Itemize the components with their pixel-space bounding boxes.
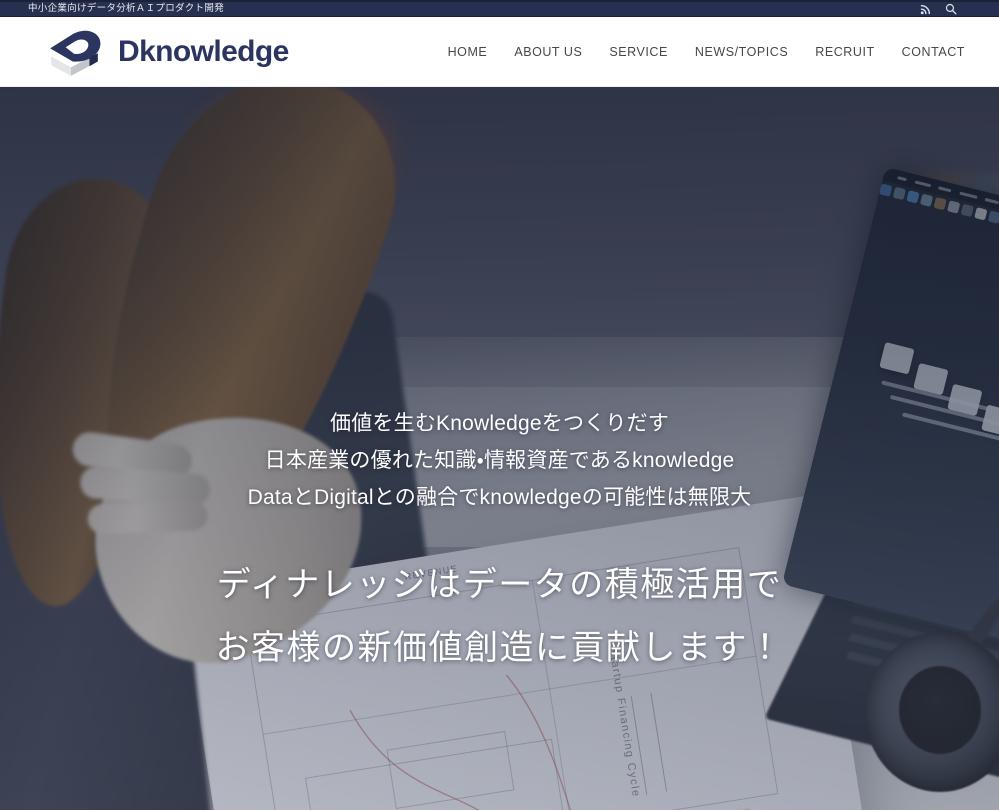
logo-wordmark: Dknowledge [118, 34, 289, 68]
nav-item-recruit[interactable]: RECRUIT [815, 45, 874, 59]
nav-item-home[interactable]: HOME [448, 45, 488, 59]
page-root: 中小企業向けデータ分析ＡＩプロダクト開発 Dknowledge HOME ABO… [0, 0, 999, 811]
hero-section: REVENUE Startup Financing Cycle Public M… [0, 87, 999, 810]
hero-copy: 価値を生むKnowledgeをつくりだす 日本産業の優れた知識・情報資産であるk… [0, 405, 999, 680]
hero-headline-line-1: ディナレッジはデータの積極活用で [216, 566, 783, 604]
top-utility-bar: 中小企業向けデータ分析ＡＩプロダクト開発 [0, 0, 999, 17]
hero-subcopy-line-3: DataとDigitalとの融合でknowledgeの可能性は無限大 [247, 486, 752, 509]
search-icon[interactable] [945, 3, 957, 15]
top-bar-icons [920, 3, 957, 15]
dknowledge-book-logo-mark [38, 27, 104, 77]
hero-headline-line-2: お客様の新価値創造に貢献します！ [215, 629, 784, 667]
rss-icon[interactable] [920, 3, 932, 15]
nav-item-news-topics[interactable]: NEWS/TOPICS [695, 45, 788, 59]
site-tagline: 中小企業向けデータ分析ＡＩプロダクト開発 [28, 3, 225, 15]
logo-home-link[interactable]: Dknowledge [38, 27, 289, 77]
hero-subcopy-line-2: 日本産業の優れた知識・情報資産であるknowledge [264, 449, 735, 472]
nav-item-about-us[interactable]: ABOUT US [514, 45, 582, 59]
nav-item-contact[interactable]: CONTACT [902, 45, 965, 59]
hero-headline: ディナレッジはデータの積極活用で お客様の新価値創造に貢献します！ [0, 554, 999, 680]
hero-subcopy-line-1: 価値を生むKnowledgeをつくりだす [330, 412, 669, 435]
site-header: Dknowledge HOME ABOUT US SERVICE NEWS/TO… [0, 17, 999, 87]
main-navigation: HOME ABOUT US SERVICE NEWS/TOPICS RECRUI… [448, 45, 965, 59]
nav-item-service[interactable]: SERVICE [609, 45, 668, 59]
